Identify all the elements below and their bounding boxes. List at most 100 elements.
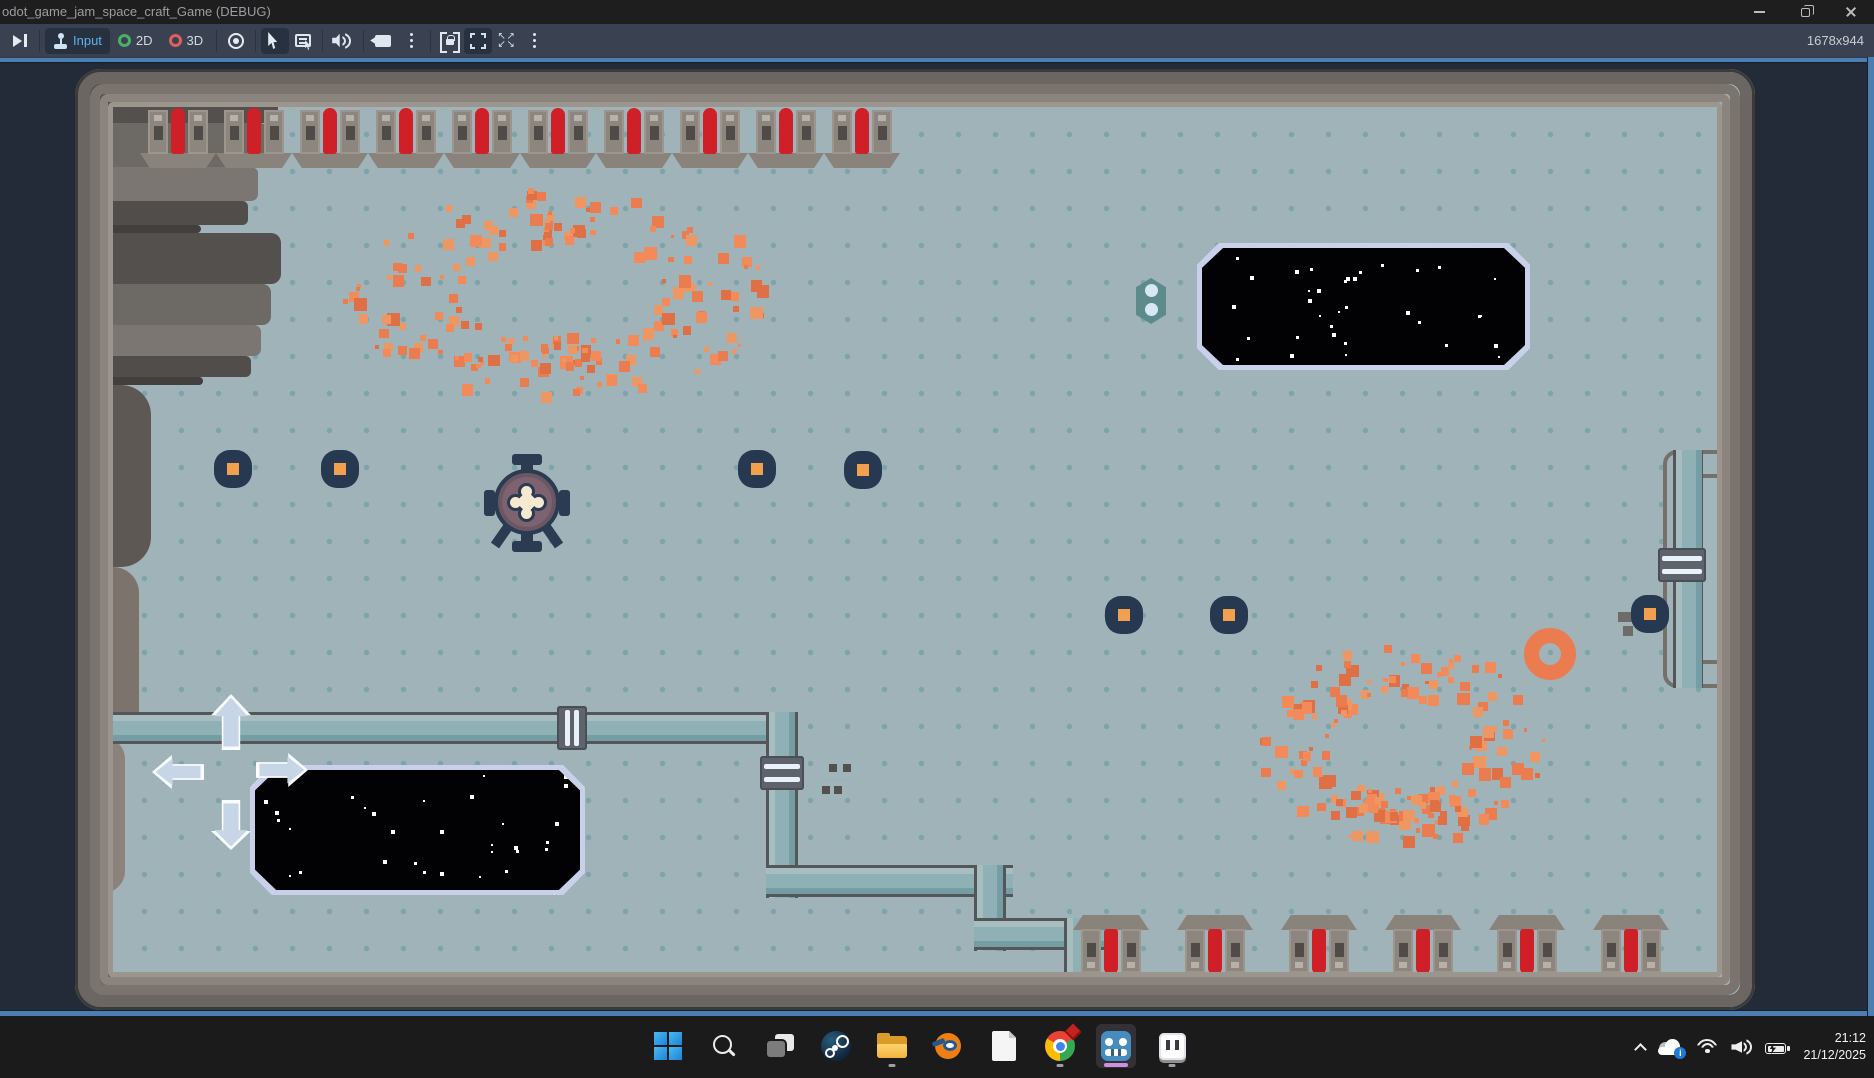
explosion-particle [553, 342, 562, 350]
explosion-particle [1457, 692, 1470, 705]
blender-button[interactable] [928, 1024, 968, 1068]
explosion-particle [628, 335, 640, 347]
embed-options-button[interactable] [520, 28, 548, 54]
star [1290, 354, 1295, 359]
cloud-info-badge: i [1674, 1047, 1687, 1059]
input-mode-button[interactable]: Input [45, 27, 110, 54]
explosion-particle [408, 347, 420, 359]
explosion-particle [648, 254, 654, 260]
camera-icon [375, 34, 392, 47]
task-view-button[interactable] [760, 1024, 800, 1068]
star [563, 774, 568, 779]
explosion-particle [1407, 796, 1412, 801]
keep-aspect-button[interactable] [464, 27, 493, 54]
embed-lock-button[interactable] [436, 28, 464, 54]
missile-rack [748, 108, 824, 168]
explosion-particle [435, 312, 444, 321]
search-button[interactable] [704, 1024, 744, 1068]
close-button[interactable] [1828, 0, 1874, 24]
volume-icon[interactable] [1731, 1039, 1753, 1055]
star [372, 812, 377, 817]
mute-audio-button[interactable] [328, 28, 358, 54]
input-mode-label: Input [73, 33, 102, 48]
search-icon [710, 1032, 738, 1060]
explosion-particle [692, 290, 704, 303]
next-frame-button[interactable] [6, 28, 34, 54]
explosion-particle [456, 307, 462, 313]
chrome-button[interactable] [1040, 1023, 1082, 1068]
vent-pad [817, 781, 847, 799]
explosion-particle [465, 257, 475, 267]
explosion-particle [1497, 673, 1502, 678]
explosion-particle [717, 252, 729, 265]
taskbar-clock[interactable]: 21:12 21/12/2025 [1803, 1030, 1866, 1064]
file-explorer-button[interactable] [872, 1024, 912, 1068]
close-icon [1845, 6, 1857, 18]
star [1308, 298, 1313, 303]
explosion-particle [567, 332, 579, 345]
explosion-particle [670, 234, 675, 238]
explosion-particle [439, 274, 445, 280]
joystick-icon [53, 32, 68, 49]
explosion-particle [1293, 769, 1303, 779]
explosion-particle [1411, 653, 1421, 663]
game-scene [75, 69, 1755, 1010]
explosion-particle [586, 365, 595, 374]
star [1358, 270, 1362, 274]
explosion-particle [547, 210, 552, 216]
explosion-particle [393, 262, 402, 272]
star [1345, 354, 1348, 357]
explosion-particle [1448, 795, 1457, 803]
explosion-particle [575, 196, 587, 208]
onedrive-cloud-icon[interactable]: i [1658, 1038, 1687, 1059]
star [1231, 305, 1236, 310]
star [1444, 343, 1448, 347]
tray-chevron-icon[interactable] [1634, 1043, 1648, 1056]
star [264, 799, 269, 804]
explosion-particle [693, 285, 697, 290]
explosion-particle [565, 362, 575, 371]
explosion-particle [1277, 781, 1287, 791]
camera-options-button[interactable] [397, 28, 425, 54]
explosion-particle [590, 337, 596, 344]
wifi-icon[interactable] [1696, 1038, 1719, 1056]
start-button[interactable] [648, 1024, 688, 1068]
3d-mode-button[interactable]: 3D [161, 28, 212, 54]
battery-icon[interactable] [1765, 1043, 1790, 1054]
explosion-particle [1494, 801, 1498, 805]
minimize-button[interactable] [1736, 0, 1782, 24]
star [423, 800, 426, 803]
game-viewport[interactable] [0, 57, 1874, 1016]
steam-button[interactable] [816, 1024, 856, 1068]
2d-mode-button[interactable]: 2D [110, 28, 161, 54]
maximize-icon [1800, 4, 1814, 17]
viewport-border-bottom [0, 1010, 1874, 1016]
mine [214, 450, 252, 488]
fullscreen-button[interactable]: ↖ ↗ ↙ ↘ [492, 28, 520, 54]
camera-override-button[interactable] [369, 28, 397, 54]
select-list-button[interactable] [289, 28, 317, 54]
explosion-particle [1281, 695, 1295, 709]
game-window-button[interactable] [1152, 1024, 1192, 1068]
explosion-particle [639, 255, 646, 262]
window-controls [1736, 0, 1874, 24]
missile-rack [1390, 915, 1456, 975]
suspend-button[interactable] [222, 28, 250, 54]
explosion-particle [562, 358, 567, 363]
star [1498, 355, 1501, 358]
missile-rack [1182, 915, 1248, 975]
explosion-particle [1389, 812, 1398, 821]
explosion-particle [662, 297, 671, 306]
select-tool-button[interactable] [261, 27, 290, 54]
explosion-particle [1308, 747, 1313, 752]
godot-button[interactable] [1096, 1024, 1136, 1068]
explosion-particle [565, 236, 574, 245]
3d-mode-label: 3D [186, 33, 204, 48]
maximize-button[interactable] [1782, 0, 1828, 24]
explosion-particle [1454, 805, 1462, 813]
document-app-button[interactable] [984, 1024, 1024, 1068]
godot-icon [1101, 1031, 1131, 1061]
star [1405, 311, 1410, 316]
explosion-particle [615, 339, 621, 344]
explosion-particle [1341, 710, 1347, 717]
